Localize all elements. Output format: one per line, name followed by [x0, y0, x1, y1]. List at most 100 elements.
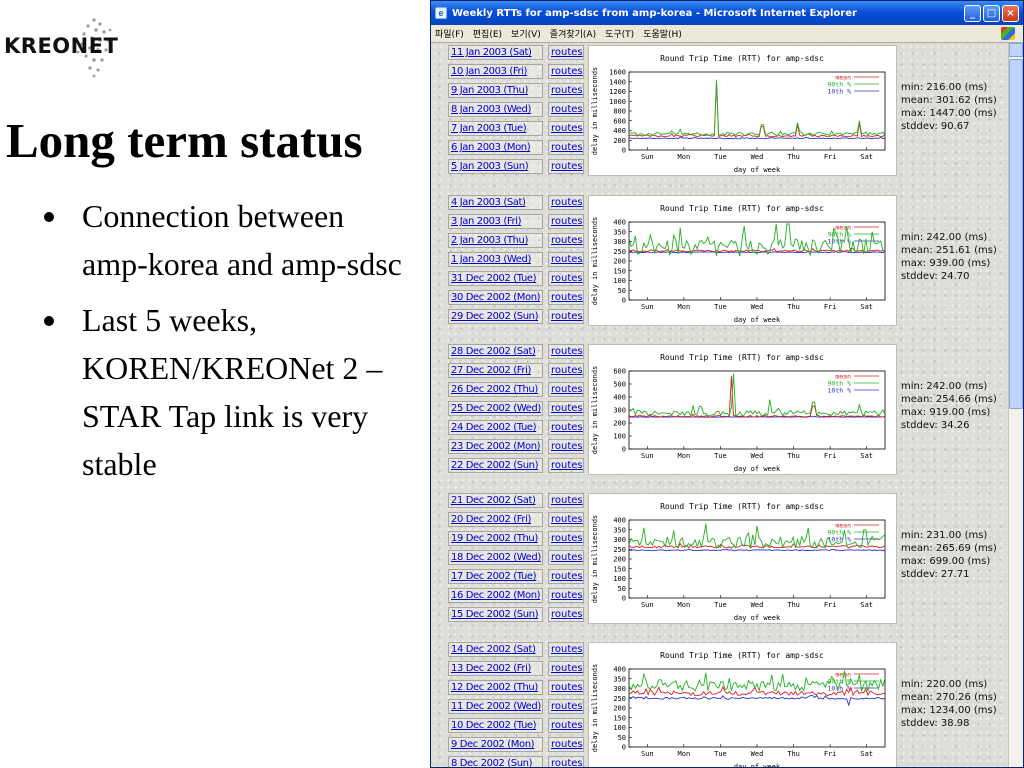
- day-link[interactable]: 11 Jan 2003 (Sat): [448, 45, 543, 60]
- routes-link[interactable]: routes: [548, 195, 584, 210]
- day-row: 11 Jan 2003 (Sat) routes: [448, 43, 598, 62]
- rtt-graph[interactable]: Round Trip Time (RTT) for amp-sdsc delay …: [588, 45, 897, 176]
- day-link[interactable]: 10 Jan 2003 (Fri): [448, 64, 543, 79]
- stat-mean: mean: 301.62 (ms): [901, 95, 997, 106]
- routes-link[interactable]: routes: [548, 680, 584, 695]
- routes-link[interactable]: routes: [548, 737, 584, 752]
- routes-link[interactable]: routes: [548, 159, 584, 174]
- routes-link[interactable]: routes: [548, 309, 584, 324]
- x-tick-label: Thu: [787, 601, 800, 609]
- day-link[interactable]: 8 Dec 2002 (Sun): [448, 756, 543, 767]
- title-bar[interactable]: e Weekly RTTs for amp-sdsc from amp-kore…: [431, 1, 1023, 25]
- routes-link[interactable]: routes: [548, 401, 584, 416]
- day-link[interactable]: 15 Dec 2002 (Sun): [448, 607, 543, 622]
- day-link[interactable]: 30 Dec 2002 (Mon): [448, 290, 543, 305]
- rtt-graph[interactable]: Round Trip Time (RTT) for amp-sdsc delay …: [588, 642, 897, 767]
- day-link[interactable]: 4 Jan 2003 (Sat): [448, 195, 543, 210]
- routes-link[interactable]: routes: [548, 102, 584, 117]
- day-link[interactable]: 24 Dec 2002 (Tue): [448, 420, 543, 435]
- routes-link[interactable]: routes: [548, 214, 584, 229]
- routes-link[interactable]: routes: [548, 252, 584, 267]
- routes-link[interactable]: routes: [548, 718, 584, 733]
- routes-link[interactable]: routes: [548, 607, 584, 622]
- menu-tools[interactable]: 도구(T): [605, 27, 634, 40]
- minimize-button[interactable]: _: [964, 4, 981, 22]
- routes-link[interactable]: routes: [548, 344, 584, 359]
- day-link[interactable]: 25 Dec 2002 (Wed): [448, 401, 543, 416]
- day-link[interactable]: 3 Jan 2003 (Fri): [448, 214, 543, 229]
- routes-link[interactable]: routes: [548, 531, 584, 546]
- rtt-graph[interactable]: Round Trip Time (RTT) for amp-sdsc delay …: [588, 195, 897, 326]
- routes-link[interactable]: routes: [548, 140, 584, 155]
- menu-edit[interactable]: 편집(E): [473, 27, 502, 40]
- day-link[interactable]: 14 Dec 2002 (Sat): [448, 642, 543, 657]
- rtt-graph[interactable]: Round Trip Time (RTT) for amp-sdsc delay …: [588, 344, 897, 475]
- day-link[interactable]: 13 Dec 2002 (Fri): [448, 661, 543, 676]
- routes-link[interactable]: routes: [548, 550, 584, 565]
- y-tick-label: 0: [622, 595, 626, 603]
- routes-link[interactable]: routes: [548, 290, 584, 305]
- vertical-scrollbar[interactable]: [1008, 43, 1023, 767]
- day-row: 11 Dec 2002 (Wed) routes: [448, 697, 598, 716]
- day-link[interactable]: 16 Dec 2002 (Mon): [448, 588, 543, 603]
- day-link[interactable]: 11 Dec 2002 (Wed): [448, 699, 543, 714]
- day-link[interactable]: 10 Dec 2002 (Tue): [448, 718, 543, 733]
- routes-link[interactable]: routes: [548, 121, 584, 136]
- routes-link[interactable]: routes: [548, 64, 584, 79]
- day-link[interactable]: 7 Jan 2003 (Tue): [448, 121, 543, 136]
- day-link[interactable]: 21 Dec 2002 (Sat): [448, 493, 543, 508]
- routes-link[interactable]: routes: [548, 512, 584, 527]
- day-link[interactable]: 9 Jan 2003 (Thu): [448, 83, 543, 98]
- day-link[interactable]: 17 Dec 2002 (Tue): [448, 569, 543, 584]
- routes-link[interactable]: routes: [548, 493, 584, 508]
- routes-link[interactable]: routes: [548, 271, 584, 286]
- close-button[interactable]: ×: [1002, 4, 1019, 22]
- day-link[interactable]: 18 Dec 2002 (Wed): [448, 550, 543, 565]
- menu-view[interactable]: 보기(V): [511, 27, 541, 40]
- day-link[interactable]: 27 Dec 2002 (Fri): [448, 363, 543, 378]
- routes-link[interactable]: routes: [548, 458, 584, 473]
- routes-link[interactable]: routes: [548, 233, 584, 248]
- page-content[interactable]: 11 Jan 2003 (Sat) routes 10 Jan 2003 (Fri)…: [431, 43, 1010, 767]
- routes-link[interactable]: routes: [548, 588, 584, 603]
- routes-link[interactable]: routes: [548, 83, 584, 98]
- routes-link[interactable]: routes: [548, 45, 584, 60]
- day-link[interactable]: 1 Jan 2003 (Wed): [448, 252, 543, 267]
- maximize-button[interactable]: □: [983, 4, 1000, 22]
- menu-help[interactable]: 도움말(H): [643, 27, 682, 40]
- day-link[interactable]: 29 Dec 2002 (Sun): [448, 309, 543, 324]
- scroll-up-arrow-icon[interactable]: [1009, 43, 1023, 57]
- stat-stddev: stddev: 38.98: [901, 718, 970, 729]
- day-link[interactable]: 2 Jan 2003 (Thu): [448, 233, 543, 248]
- day-link[interactable]: 8 Jan 2003 (Wed): [448, 102, 543, 117]
- day-link[interactable]: 28 Dec 2002 (Sat): [448, 344, 543, 359]
- day-link[interactable]: 6 Jan 2003 (Mon): [448, 140, 543, 155]
- routes-link[interactable]: routes: [548, 382, 584, 397]
- day-link[interactable]: 5 Jan 2003 (Sun): [448, 159, 543, 174]
- routes-link[interactable]: routes: [548, 699, 584, 714]
- routes-link[interactable]: routes: [548, 420, 584, 435]
- routes-link[interactable]: routes: [548, 661, 584, 676]
- y-tick-label: 500: [613, 381, 626, 389]
- scroll-thumb[interactable]: [1009, 59, 1023, 409]
- routes-link[interactable]: routes: [548, 642, 584, 657]
- day-link[interactable]: 22 Dec 2002 (Sun): [448, 458, 543, 473]
- day-link[interactable]: 9 Dec 2002 (Mon): [448, 737, 543, 752]
- routes-link[interactable]: routes: [548, 756, 584, 767]
- day-link[interactable]: 26 Dec 2002 (Thu): [448, 382, 543, 397]
- routes-link[interactable]: routes: [548, 363, 584, 378]
- y-tick-label: 400: [613, 127, 626, 135]
- day-link[interactable]: 20 Dec 2002 (Fri): [448, 512, 543, 527]
- day-link[interactable]: 12 Dec 2002 (Thu): [448, 680, 543, 695]
- routes-link[interactable]: routes: [548, 569, 584, 584]
- x-tick-label: Mon: [678, 750, 691, 758]
- day-link[interactable]: 19 Dec 2002 (Thu): [448, 531, 543, 546]
- menu-file[interactable]: 파일(F): [435, 27, 464, 40]
- x-axis-label: day of week: [734, 465, 781, 473]
- rtt-graph[interactable]: Round Trip Time (RTT) for amp-sdsc delay …: [588, 493, 897, 624]
- menu-favorites[interactable]: 즐겨찾기(A): [550, 27, 596, 40]
- day-link[interactable]: 31 Dec 2002 (Tue): [448, 271, 543, 286]
- routes-link[interactable]: routes: [548, 439, 584, 454]
- y-tick-label: 0: [622, 744, 626, 752]
- day-link[interactable]: 23 Dec 2002 (Mon): [448, 439, 543, 454]
